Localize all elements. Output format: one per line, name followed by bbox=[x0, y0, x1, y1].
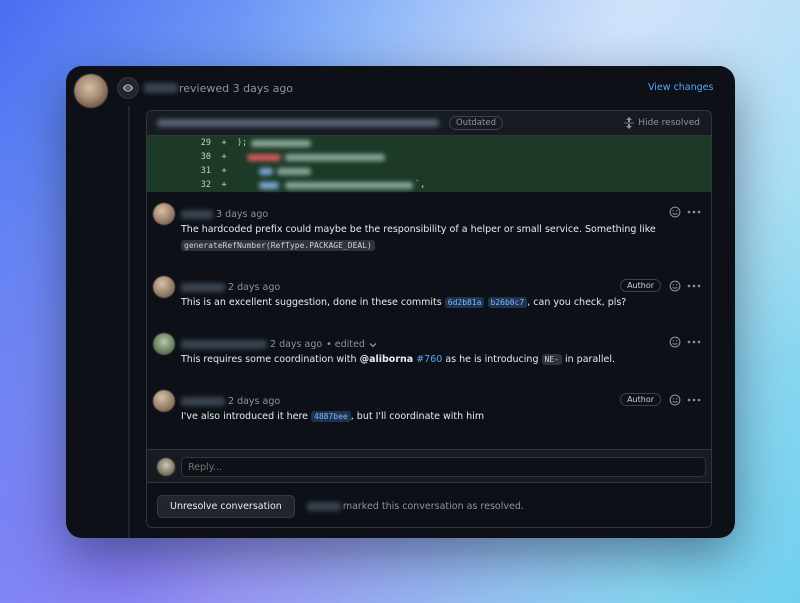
diff-marker: + bbox=[221, 180, 227, 190]
review-action: reviewed 3 days ago bbox=[179, 81, 294, 95]
comment-text-suffix: in parallel. bbox=[565, 354, 616, 365]
comment-author-redacted[interactable] bbox=[181, 397, 225, 406]
reviewer-avatar[interactable] bbox=[74, 74, 108, 108]
comment-list: 3 days ago The hardcoded prefix could ma… bbox=[147, 192, 711, 450]
comment-text-suffix: , can you check, pls? bbox=[527, 297, 627, 308]
inline-code: generateRefNumber(RefType.PACKAGE_DEAL) bbox=[181, 240, 375, 251]
resolve-status: marked this conversation as resolved. bbox=[306, 500, 524, 512]
diff-code-suffix: `, bbox=[415, 180, 426, 190]
commit-link[interactable]: b26b0c7 bbox=[487, 297, 528, 308]
comment-author-redacted[interactable] bbox=[181, 210, 213, 219]
review-window: reviewed 3 days ago View changes Outdate… bbox=[66, 66, 735, 538]
review-header: reviewed 3 days ago bbox=[144, 80, 293, 96]
comment-author-redacted[interactable] bbox=[181, 283, 225, 292]
comment-header: 2 days ago bbox=[181, 395, 280, 408]
view-changes-link[interactable]: View changes bbox=[648, 82, 713, 93]
resolve-row: Unresolve conversation marked this conve… bbox=[147, 483, 711, 527]
smiley-icon[interactable] bbox=[669, 336, 681, 348]
chevron-down-icon[interactable] bbox=[369, 342, 377, 348]
comment-text-suffix: , but I'll coordinate with him bbox=[350, 411, 485, 422]
resolve-status-text: marked this conversation as resolved. bbox=[342, 500, 524, 512]
current-user-avatar bbox=[157, 458, 175, 476]
comment-header: 2 days ago • edited bbox=[181, 338, 377, 351]
diff-code: `, bbox=[237, 180, 425, 190]
diff-line: 32 + `, bbox=[147, 178, 711, 192]
unfold-icon bbox=[624, 117, 635, 129]
file-header: Outdated Hide resolved bbox=[147, 111, 711, 136]
comment-text: The hardcoded prefix could maybe be the … bbox=[181, 224, 656, 235]
hide-resolved-button[interactable]: Hide resolved bbox=[624, 117, 700, 129]
user-mention[interactable]: @aliborna bbox=[360, 354, 414, 365]
timeline-line bbox=[128, 106, 130, 538]
comment-body: I've also introduced it here 4887bee, bu… bbox=[181, 409, 484, 425]
comment-timestamp[interactable]: 2 days ago bbox=[228, 396, 280, 407]
inline-code: NE- bbox=[541, 354, 562, 365]
comment-timestamp[interactable]: 2 days ago bbox=[228, 282, 280, 293]
edited-indicator[interactable]: • edited bbox=[326, 339, 365, 350]
line-number: 32 bbox=[200, 180, 211, 190]
author-badge: Author bbox=[620, 279, 661, 292]
comment-text: I've also introduced it here bbox=[181, 411, 308, 422]
comment-actions bbox=[669, 336, 701, 348]
comment-header: 2 days ago bbox=[181, 281, 280, 294]
comment-actions: Author bbox=[620, 393, 701, 406]
file-path-redacted[interactable] bbox=[157, 119, 439, 127]
diff-hunk: 29 + ); 30 + 31 + 32 + `, bbox=[147, 136, 711, 192]
comment-timestamp[interactable]: 2 days ago bbox=[270, 339, 322, 350]
comment: 2 days ago Author I've also introduced i… bbox=[147, 390, 711, 430]
issue-link[interactable]: #760 bbox=[416, 354, 442, 365]
comment-avatar[interactable] bbox=[153, 390, 175, 412]
kebab-icon[interactable] bbox=[687, 284, 701, 288]
kebab-icon[interactable] bbox=[687, 398, 701, 402]
comment-timestamp[interactable]: 3 days ago bbox=[216, 209, 268, 220]
eye-icon bbox=[117, 77, 139, 99]
author-badge: Author bbox=[620, 393, 661, 406]
diff-marker: + bbox=[221, 138, 227, 148]
reviewer-name-redacted[interactable] bbox=[144, 83, 178, 93]
comment-actions bbox=[669, 206, 701, 218]
diff-code bbox=[237, 153, 385, 161]
comment: 3 days ago The hardcoded prefix could ma… bbox=[147, 203, 711, 263]
comment-header: 3 days ago bbox=[181, 208, 268, 221]
comment-avatar[interactable] bbox=[153, 333, 175, 355]
reply-input[interactable] bbox=[181, 457, 706, 477]
diff-line: 29 + ); bbox=[147, 136, 711, 150]
comment: 2 days ago Author This is an excellent s… bbox=[147, 276, 711, 316]
smiley-icon[interactable] bbox=[669, 280, 681, 292]
kebab-icon[interactable] bbox=[687, 210, 701, 214]
commit-link[interactable]: 6d2b81a bbox=[444, 297, 485, 308]
comment-text: This requires some coordination with bbox=[181, 354, 357, 365]
diff-marker: + bbox=[221, 166, 227, 176]
comment-body: This requires some coordination with @al… bbox=[181, 352, 615, 368]
diff-line: 31 + bbox=[147, 164, 711, 178]
comment-body: The hardcoded prefix could maybe be the … bbox=[181, 222, 656, 254]
hide-resolved-label: Hide resolved bbox=[638, 118, 700, 128]
diff-marker: + bbox=[221, 152, 227, 162]
comment-text: This is an excellent suggestion, done in… bbox=[181, 297, 442, 308]
comment-author-redacted[interactable] bbox=[181, 340, 267, 349]
comment: 2 days ago • edited This requires some c… bbox=[147, 333, 711, 373]
comment-avatar[interactable] bbox=[153, 276, 175, 298]
comment-avatar[interactable] bbox=[153, 203, 175, 225]
reply-row bbox=[147, 449, 711, 483]
line-number: 31 bbox=[200, 166, 211, 176]
smiley-icon[interactable] bbox=[669, 206, 681, 218]
diff-code bbox=[237, 167, 311, 175]
comment-body: This is an excellent suggestion, done in… bbox=[181, 295, 626, 311]
line-number: 30 bbox=[200, 152, 211, 162]
commit-link[interactable]: 4887bee bbox=[311, 411, 351, 422]
kebab-icon[interactable] bbox=[687, 340, 701, 344]
outdated-badge: Outdated bbox=[449, 116, 503, 130]
comment-actions: Author bbox=[620, 279, 701, 292]
diff-line: 30 + bbox=[147, 150, 711, 164]
resolver-name-redacted[interactable] bbox=[306, 501, 341, 511]
unresolve-conversation-button[interactable]: Unresolve conversation bbox=[157, 494, 295, 518]
review-thread: Outdated Hide resolved 29 + ); 30 + 31 +… bbox=[146, 110, 712, 528]
diff-code: ); bbox=[237, 138, 312, 148]
smiley-icon[interactable] bbox=[669, 394, 681, 406]
comment-text-mid: as he is introducing bbox=[445, 354, 539, 365]
line-number: 29 bbox=[200, 138, 211, 148]
